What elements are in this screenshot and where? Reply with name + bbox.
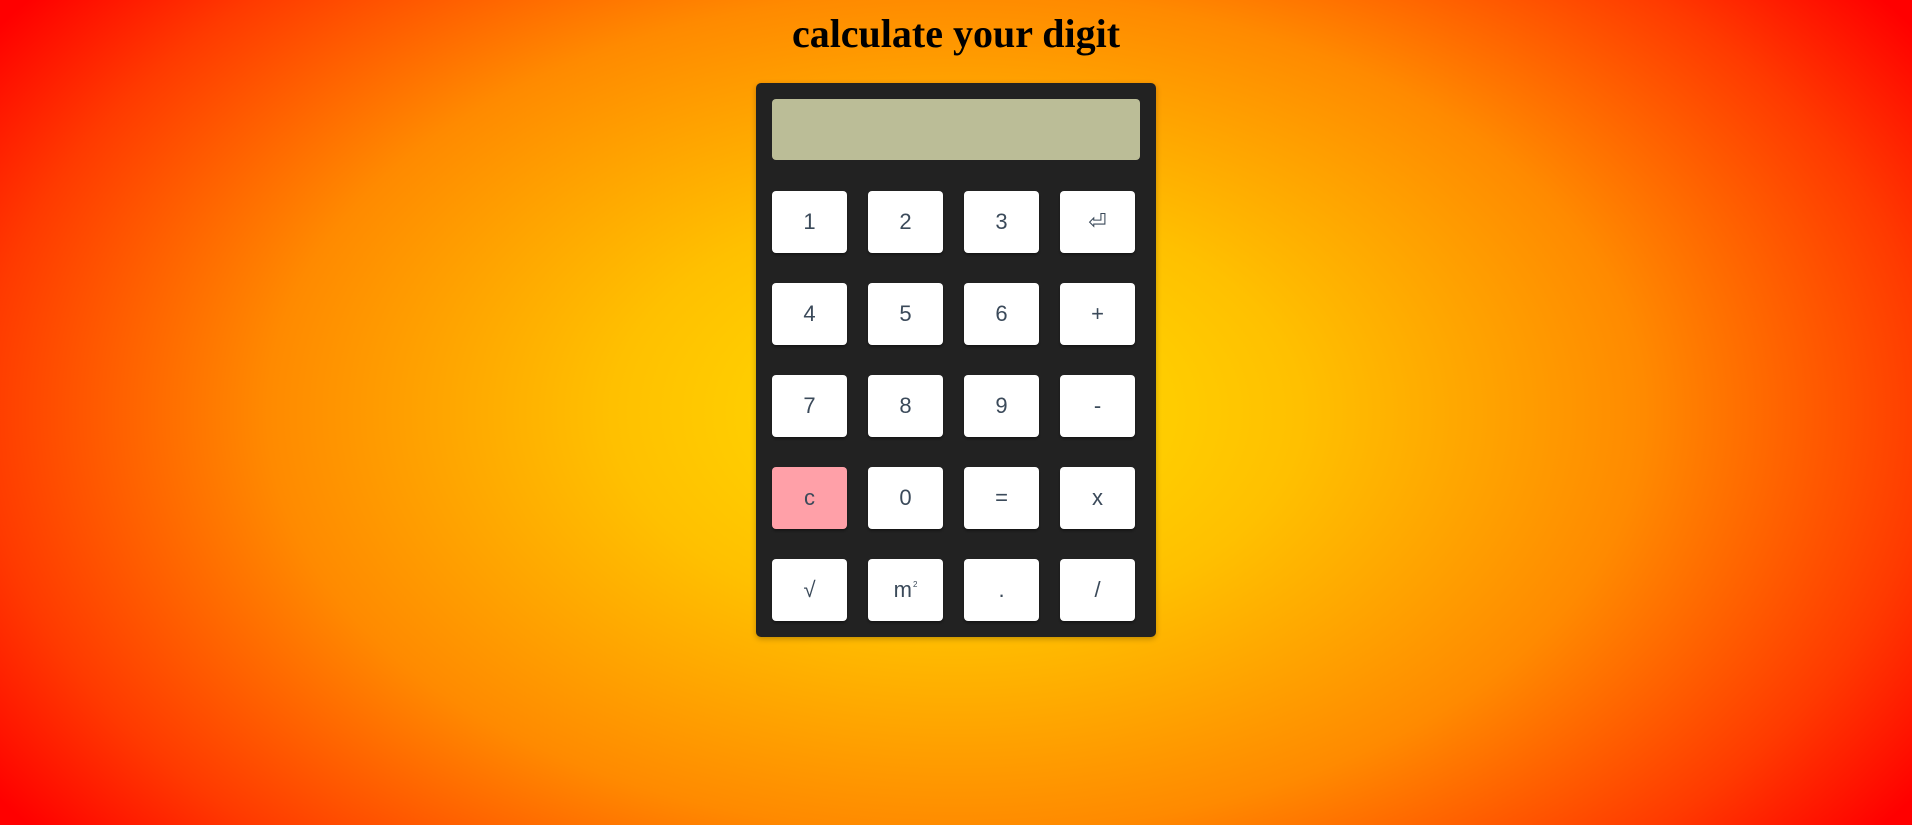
- key-2[interactable]: 2: [868, 191, 943, 253]
- key-backspace[interactable]: ⏎: [1060, 191, 1135, 253]
- key-equals[interactable]: =: [964, 467, 1039, 529]
- page-title: calculate your digit: [791, 11, 1121, 56]
- key-9[interactable]: 9: [964, 375, 1039, 437]
- key-1[interactable]: 1: [772, 191, 847, 253]
- key-multiply[interactable]: x: [1060, 467, 1135, 529]
- key-minus[interactable]: -: [1060, 375, 1135, 437]
- key-3[interactable]: 3: [964, 191, 1039, 253]
- key-sqrt[interactable]: √: [772, 559, 847, 621]
- key-divide[interactable]: /: [1060, 559, 1135, 621]
- key-decimal[interactable]: .: [964, 559, 1039, 621]
- key-7[interactable]: 7: [772, 375, 847, 437]
- key-4[interactable]: 4: [772, 283, 847, 345]
- display-screen[interactable]: [772, 99, 1140, 160]
- calculator: 1 2 3 ⏎ 4 5 6 + 7 8 9 - c 0 = x √ m2 . /: [756, 83, 1156, 637]
- key-clear[interactable]: c: [772, 467, 847, 529]
- key-0[interactable]: 0: [868, 467, 943, 529]
- key-square[interactable]: m2: [868, 559, 943, 621]
- key-8[interactable]: 8: [868, 375, 943, 437]
- keypad: 1 2 3 ⏎ 4 5 6 + 7 8 9 - c 0 = x √ m2 . /: [772, 191, 1140, 621]
- key-5[interactable]: 5: [868, 283, 943, 345]
- key-square-superscript: 2: [912, 579, 918, 589]
- key-square-label: m: [893, 577, 912, 602]
- key-6[interactable]: 6: [964, 283, 1039, 345]
- key-plus[interactable]: +: [1060, 283, 1135, 345]
